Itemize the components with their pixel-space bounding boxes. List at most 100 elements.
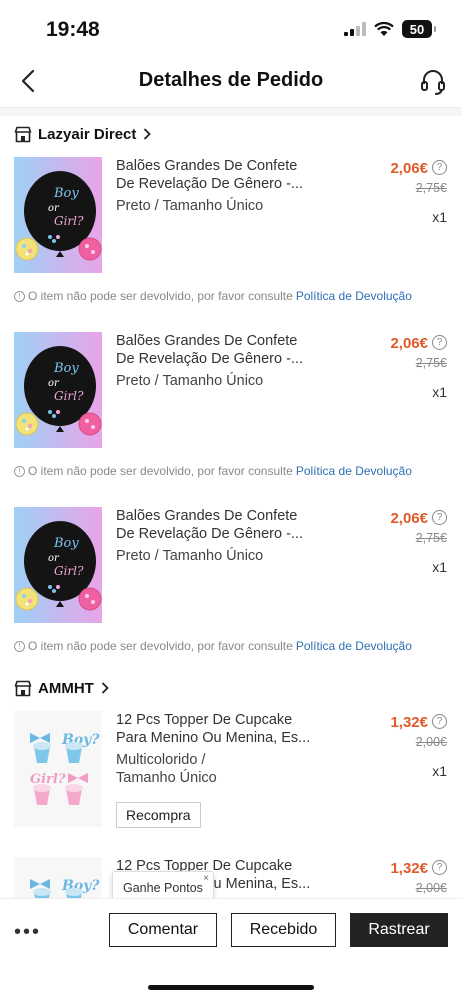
product-price: 1,32€ [390,714,428,731]
product-variant: Preto / Tamanho Único [116,198,264,214]
balloon-boy-text: Boy [53,186,79,201]
tooltip-text: Ganhe Pontos [123,881,203,895]
notice-text: O item não pode ser devolvido, por favor… [28,289,293,303]
product-image[interactable]: Boy or Girl? [14,157,102,273]
order-item[interactable]: Boy or Girl? Balões Grandes De Confete D… [0,332,462,450]
store-name: Lazyair Direct [38,125,137,143]
product-price: 2,06€ [390,510,428,527]
topper-girl-text: Girl? [30,772,66,787]
order-item[interactable]: Boy? Girl? 12 Pcs Topper De Cupcake Para… [0,857,462,898]
product-name-line: 12 Pcs Topper De Cupcake [116,712,293,728]
wifi-icon [374,21,394,36]
quantity: x1 [432,559,447,575]
return-notice: ! O item não pode ser devolvido, por fav… [14,289,412,303]
quantity: x1 [432,209,447,225]
product-name-line: Balões Grandes De Confete [116,333,298,349]
balloon-girl-text: Girl? [54,564,84,578]
store-header-ammht[interactable]: AMMHT [14,677,110,699]
question-icon[interactable]: ? [432,510,447,525]
product-name-line: De Revelação De Gênero -... [116,176,303,192]
balloon-image: Boy or Girl? [14,157,102,273]
track-button[interactable]: Rastrear [350,913,448,947]
more-options-icon[interactable]: ••• [14,921,41,944]
product-price: 2,06€ [390,335,428,352]
original-price: 2,75€ [415,531,447,545]
balloon-boy-text: Boy [53,536,79,551]
product-image[interactable]: Boy? Girl? [14,857,102,898]
store-icon [14,680,32,696]
quantity: x1 [432,763,447,779]
signal-icon [344,22,366,36]
product-variant: Multicolorido / Tamanho Único [116,751,217,787]
product-price: 1,32€ [390,860,428,877]
product-name[interactable]: 12 Pcs Topper De Cupcake Para Menino Ou … [116,711,336,747]
page-header: Detalhes de Pedido [0,56,462,108]
balloon-or-text: or [48,203,60,214]
info-icon: ! [14,290,25,302]
balloon-or-text: or [48,378,60,389]
product-name-line: De Revelação De Gênero -... [116,526,303,542]
balloon-girl-text: Girl? [54,214,84,228]
question-icon[interactable]: ? [432,335,447,350]
notice-text: O item não pode ser devolvido, por favor… [28,464,293,478]
question-icon[interactable]: ? [432,160,447,175]
section-divider [0,108,462,116]
return-policy-link[interactable]: Política de Devolução [296,639,412,653]
status-icons: 50 [344,20,436,38]
balloon-girl-text: Girl? [54,389,84,403]
status-bar: 19:48 50 [0,0,462,56]
home-indicator[interactable] [148,985,314,990]
notice-text: O item não pode ser devolvido, por favor… [28,639,293,653]
order-item[interactable]: Boy or Girl? Balões Grandes De Confete D… [0,157,462,275]
chevron-right-icon [101,682,109,694]
cupcake-topper-image: Boy? Girl? [14,711,102,827]
balloon-image: Boy or Girl? [14,332,102,448]
balloon-or-text: or [48,553,60,564]
return-policy-link[interactable]: Política de Devolução [296,289,412,303]
received-button[interactable]: Recebido [231,913,336,947]
original-price: 2,00€ [415,735,447,749]
product-name-line: Para Menino Ou Menina, Es... [116,730,311,746]
return-notice: ! O item não pode ser devolvido, por fav… [14,639,412,653]
info-icon: ! [14,465,25,477]
original-price: 2,75€ [415,181,447,195]
return-notice: ! O item não pode ser devolvido, por fav… [14,464,412,478]
product-image[interactable]: Boy? Girl? [14,711,102,827]
chevron-right-icon [144,128,152,140]
product-image[interactable]: Boy or Girl? [14,332,102,448]
original-price: 2,00€ [415,881,447,895]
product-variant: Preto / Tamanho Único [116,373,264,389]
product-name[interactable]: Balões Grandes De Confete De Revelação D… [116,332,336,368]
store-icon [14,126,32,142]
order-item[interactable]: Boy or Girl? Balões Grandes De Confete D… [0,507,462,625]
cupcake-topper-image: Boy? Girl? [14,857,102,898]
action-footer: ••• Comentar Recebido Rastrear [0,898,462,1000]
product-name-line: De Revelação De Gênero -... [116,351,303,367]
product-name-line: Balões Grandes De Confete [116,158,298,174]
product-price: 2,06€ [390,160,428,177]
original-price: 2,75€ [415,356,447,370]
product-name[interactable]: Balões Grandes De Confete De Revelação D… [116,157,336,193]
balloon-image: Boy or Girl? [14,507,102,623]
question-icon[interactable]: ? [432,860,447,875]
order-content[interactable]: Lazyair Direct Boy or Girl? Balões Grand… [0,116,462,898]
store-header-lazyair[interactable]: Lazyair Direct [14,123,152,145]
info-icon: ! [14,640,25,652]
rebuy-button[interactable]: Recompra [116,802,201,828]
product-name[interactable]: Balões Grandes De Confete De Revelação D… [116,507,336,543]
return-policy-link[interactable]: Política de Devolução [296,464,412,478]
product-variant: Preto / Tamanho Único [116,548,264,564]
question-icon[interactable]: ? [432,714,447,729]
variant-line: Tamanho Único [116,770,217,786]
battery-icon: 50 [402,20,436,38]
close-icon[interactable]: × [203,873,209,884]
product-image[interactable]: Boy or Girl? [14,507,102,623]
balloon-boy-text: Boy [53,361,79,376]
variant-line: Multicolorido / [116,752,206,768]
comment-button[interactable]: Comentar [109,913,217,947]
page-title: Detalhes de Pedido [138,69,324,91]
product-name-line: Balões Grandes De Confete [116,508,298,524]
headset-icon[interactable] [420,68,446,96]
store-name: AMMHT [38,679,94,697]
order-item[interactable]: Boy? Girl? 12 Pcs Topper De Cupcake Para… [0,711,462,831]
